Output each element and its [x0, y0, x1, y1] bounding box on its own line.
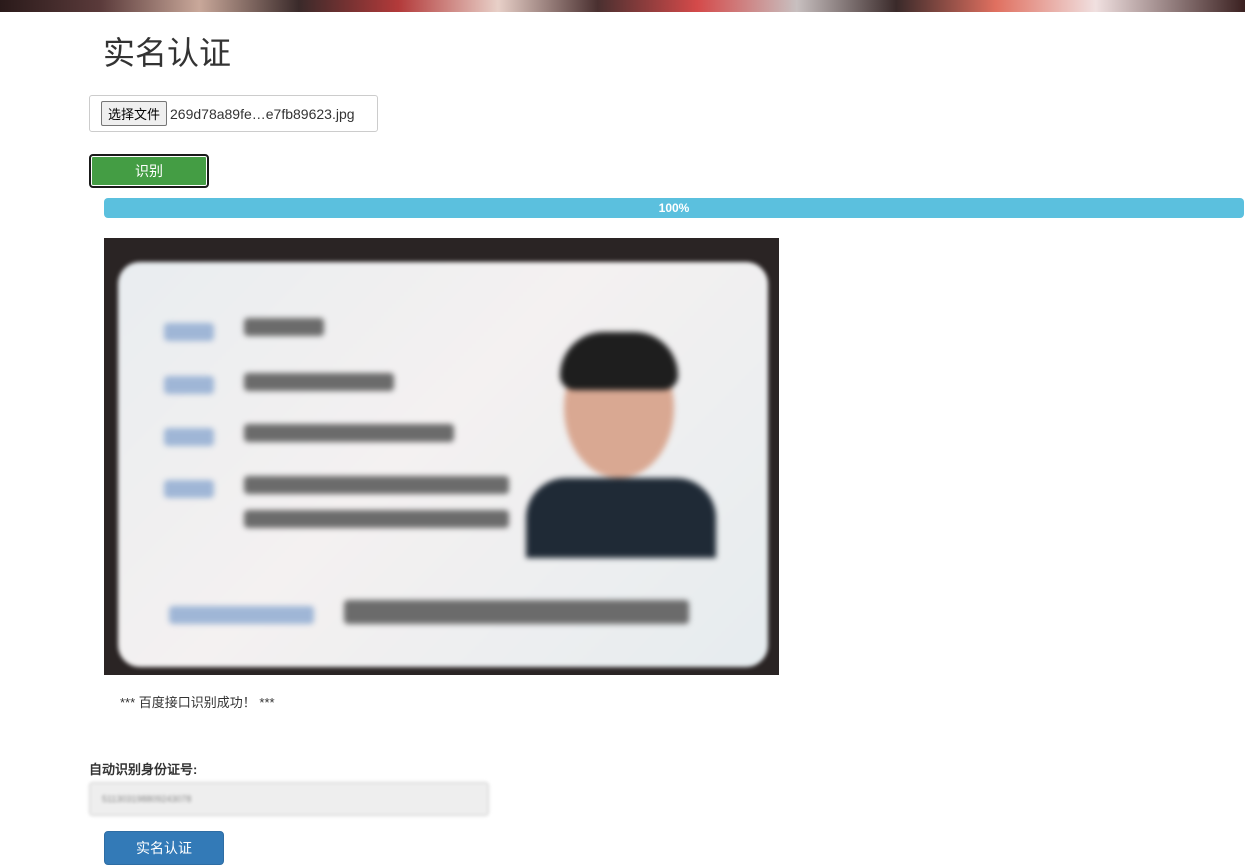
id-field-value — [244, 318, 324, 336]
id-number-label: 自动识别身份证号: — [89, 762, 198, 777]
id-card-image — [104, 238, 779, 675]
id-field-label — [164, 376, 214, 394]
portrait — [524, 328, 716, 558]
recognize-button[interactable]: 识别 — [89, 154, 209, 188]
id-field-value — [244, 476, 509, 494]
recognition-success-message: *** 百度接口识别成功！ *** — [120, 695, 275, 710]
id-field-value — [244, 510, 509, 528]
id-field-value — [244, 373, 394, 391]
id-number-input[interactable] — [89, 782, 489, 816]
id-field-label — [164, 428, 214, 446]
id-field-label — [164, 323, 214, 341]
id-field-value — [244, 424, 454, 442]
id-field-label — [164, 480, 214, 498]
header-banner-image — [0, 0, 1245, 12]
page-title: 实名认证 — [103, 35, 232, 71]
id-field-label — [169, 606, 314, 624]
verify-button[interactable]: 实名认证 — [104, 831, 224, 865]
file-upload[interactable]: 选择文件 269d78a89fe…e7fb89623.jpg — [89, 95, 378, 132]
progress-bar: 100% — [104, 198, 1244, 218]
file-name: 269d78a89fe…e7fb89623.jpg — [170, 105, 355, 122]
id-number-value — [344, 600, 689, 624]
progress-fill: 100% — [104, 198, 1244, 218]
choose-file-button[interactable]: 选择文件 — [101, 101, 168, 126]
